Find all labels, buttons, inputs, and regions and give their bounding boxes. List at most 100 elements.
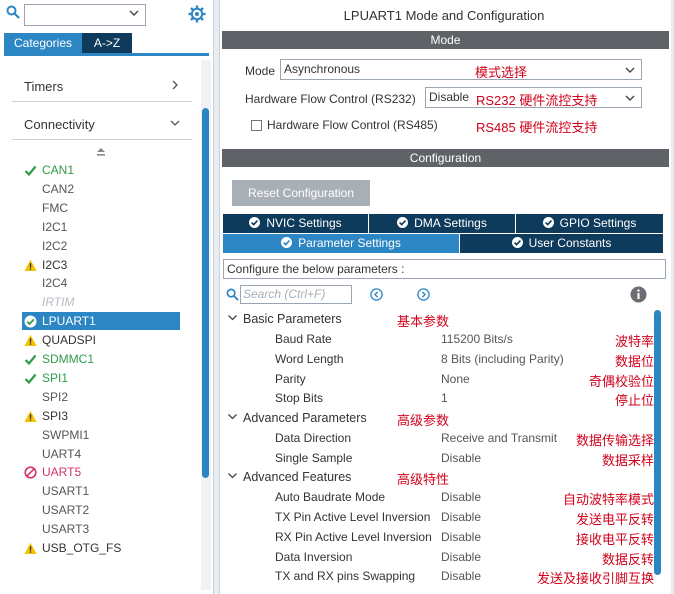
- peripheral-uart4[interactable]: UART4: [22, 445, 187, 463]
- tab-dma-label: DMA Settings: [414, 216, 487, 230]
- peripheral-swpmi1[interactable]: SWPMI1: [22, 426, 187, 444]
- peripheral-usart2[interactable]: USART2: [22, 501, 187, 519]
- page-title: LPUART1 Mode and Configuration: [343, 8, 545, 23]
- param-note: 数据采样: [601, 453, 654, 468]
- check-icon: [24, 373, 37, 385]
- param-note: 停止位: [614, 393, 654, 408]
- chevron-down-icon[interactable]: [228, 471, 237, 480]
- peripheral-i2c1[interactable]: I2C1: [22, 218, 187, 236]
- param-value[interactable]: Receive and Transmit: [441, 431, 557, 445]
- peripheral-i2c4[interactable]: I2C4: [22, 274, 187, 292]
- chevron-down-icon[interactable]: [170, 118, 180, 128]
- param-note: 自动波特率模式: [562, 492, 654, 507]
- param-note: 发送及接收引脚互换: [536, 571, 654, 586]
- chevron-down-icon[interactable]: [625, 93, 635, 103]
- peripheral-usart3[interactable]: USART3: [22, 520, 187, 538]
- mode-select[interactable]: Asynchronous: [280, 59, 642, 80]
- peripheral-spi2[interactable]: SPI2: [22, 388, 187, 406]
- peripheral-label: QUADSPI: [42, 333, 97, 348]
- param-value[interactable]: 115200 Bits/s: [441, 332, 513, 346]
- param-value[interactable]: Disable: [441, 550, 481, 564]
- peripheral-lpuart1[interactable]: LPUART1: [22, 312, 180, 331]
- tab-underline: [4, 53, 209, 56]
- mode-select-value: Asynchronous: [284, 62, 361, 76]
- tab-gpio-settings[interactable]: GPIO Settings: [516, 214, 663, 233]
- config-description: Configure the below parameters :: [223, 259, 666, 279]
- tab-nvic-settings[interactable]: NVIC Settings: [223, 214, 369, 233]
- peripheral-can1[interactable]: CAN1: [22, 161, 187, 179]
- peripheral-i2c3[interactable]: I2C3: [22, 256, 187, 274]
- hw-rs485-note: RS485 硬件流控支持: [476, 120, 598, 135]
- group-advanced-features[interactable]: Advanced Features: [228, 470, 351, 484]
- left-scrollbar-thumb[interactable]: [202, 108, 209, 478]
- param-value[interactable]: 1: [441, 391, 448, 405]
- param-note: 发送电平反转: [575, 512, 654, 527]
- section-timers[interactable]: Timers: [10, 74, 196, 98]
- param-value[interactable]: None: [441, 372, 470, 386]
- peripheral-label: UART4: [42, 446, 82, 461]
- peripheral-i2c2[interactable]: I2C2: [22, 237, 187, 255]
- gear-icon[interactable]: [188, 5, 206, 23]
- group-basic-label: Basic Parameters: [243, 312, 342, 326]
- hw-rs232-note: RS232 硬件流控支持: [476, 93, 598, 108]
- tab-user-label: User Constants: [528, 236, 612, 250]
- group-advanced-note: 高级参数: [397, 413, 450, 428]
- param-name: Single Sample: [275, 451, 353, 465]
- peripheral-usart1[interactable]: USART1: [22, 482, 187, 500]
- param-name: Auto Baudrate Mode: [275, 490, 386, 504]
- peripheral-spi1[interactable]: SPI1: [22, 369, 187, 387]
- peripheral-label: UART5: [42, 465, 82, 480]
- mode-note: 模式选择: [475, 65, 528, 80]
- sort-icon[interactable]: [96, 147, 106, 157]
- peripheral-label: I2C1: [42, 219, 68, 234]
- search-combobox[interactable]: [24, 4, 146, 26]
- warning-icon: [24, 410, 37, 422]
- parameter-scrollbar-thumb[interactable]: [654, 310, 661, 575]
- chevron-down-icon[interactable]: [625, 65, 635, 75]
- section-connectivity[interactable]: Connectivity: [10, 112, 196, 136]
- param-value[interactable]: Disable: [441, 451, 481, 465]
- right-panel: LPUART1 Mode and Configuration Mode Mode…: [219, 0, 671, 594]
- param-value[interactable]: Disable: [441, 490, 481, 504]
- tab-dma-settings[interactable]: DMA Settings: [369, 214, 516, 233]
- tab-categories[interactable]: Categories: [4, 33, 82, 53]
- check-circle-icon: [397, 217, 409, 228]
- group-basic-parameters[interactable]: Basic Parameters: [228, 312, 342, 326]
- peripheral-can2[interactable]: CAN2: [22, 180, 187, 198]
- previous-match-icon[interactable]: [370, 288, 383, 301]
- param-name: Data Inversion: [275, 550, 353, 564]
- warning-icon: [24, 259, 37, 271]
- param-value[interactable]: Disable: [441, 569, 481, 583]
- tab-a-to-z[interactable]: A->Z: [82, 33, 132, 53]
- param-value[interactable]: Disable: [441, 530, 481, 544]
- check-circle-icon: [511, 237, 523, 248]
- reset-configuration-button[interactable]: Reset Configuration: [232, 180, 370, 206]
- parameter-search-input[interactable]: Search (Ctrl+F): [240, 285, 352, 304]
- peripheral-label: I2C2: [42, 238, 68, 253]
- peripheral-usb-otg-fs[interactable]: USB_OTG_FS: [22, 539, 187, 557]
- param-value[interactable]: Disable: [441, 510, 481, 524]
- peripheral-fmc[interactable]: FMC: [22, 199, 187, 217]
- hw-rs485-checkbox[interactable]: [251, 120, 262, 131]
- chevron-down-icon[interactable]: [129, 8, 139, 18]
- chevron-down-icon[interactable]: [228, 412, 237, 421]
- param-value[interactable]: 8 Bits (including Parity): [441, 352, 564, 366]
- configuration-header: Configuration: [222, 149, 669, 167]
- section-timers-label: Timers: [24, 79, 64, 94]
- chevron-down-icon[interactable]: [228, 313, 237, 322]
- group-advanced-parameters[interactable]: Advanced Parameters: [228, 411, 367, 425]
- search-icon[interactable]: [6, 5, 20, 19]
- chevron-right-icon[interactable]: [170, 80, 180, 90]
- peripheral-spi3[interactable]: SPI3: [22, 407, 187, 425]
- peripheral-sdmmc1[interactable]: SDMMC1: [22, 350, 187, 368]
- info-icon[interactable]: [630, 286, 647, 303]
- search-icon[interactable]: [226, 288, 239, 301]
- peripheral-uart5[interactable]: UART5: [22, 463, 187, 481]
- tab-user-constants[interactable]: User Constants: [460, 234, 663, 253]
- next-match-icon[interactable]: [417, 288, 430, 301]
- param-note: 接收电平反转: [575, 532, 654, 547]
- peripheral-irtim[interactable]: IRTIM: [22, 293, 187, 311]
- peripheral-quadspi[interactable]: QUADSPI: [22, 331, 187, 349]
- left-panel: Categories A->Z Timers Connectivity CAN1…: [0, 0, 213, 594]
- tab-parameter-settings[interactable]: Parameter Settings: [223, 234, 460, 253]
